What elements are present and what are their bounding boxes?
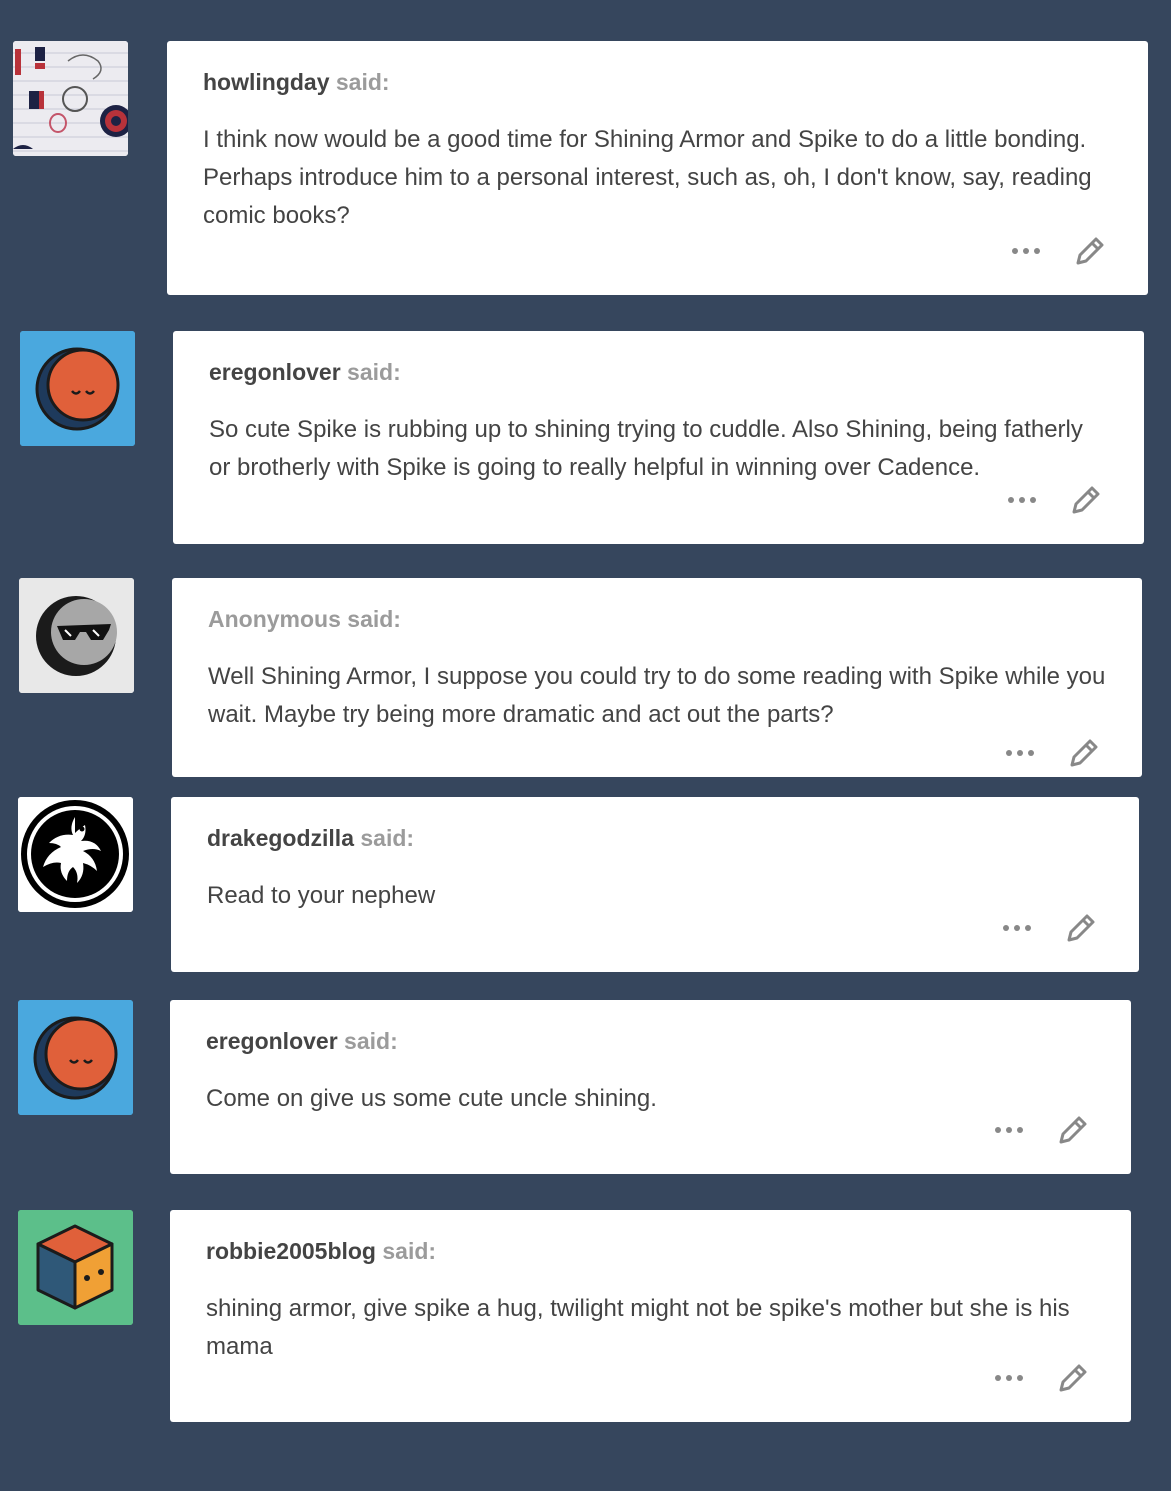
said-label: said: — [347, 606, 401, 632]
more-dots-icon[interactable] — [989, 1112, 1029, 1148]
post-header: eregonlover said: — [209, 357, 1108, 387]
post-header: eregonlover said: — [206, 1026, 1095, 1056]
post-card: eregonlover said: Come on give us some c… — [170, 1000, 1131, 1174]
post-header: robbie2005blog said: — [206, 1236, 1095, 1266]
post-card: drakegodzilla said: Read to your nephew — [171, 797, 1139, 972]
post-card: robbie2005blog said: shining armor, give… — [170, 1210, 1131, 1422]
post-text: shining armor, give spike a hug, twiligh… — [206, 1295, 1070, 1360]
said-label: said: — [347, 359, 401, 385]
username-link[interactable]: robbie2005blog — [206, 1238, 376, 1264]
said-label: said: — [360, 825, 415, 851]
post-controls — [1006, 233, 1108, 269]
username-link[interactable]: eregonlover — [209, 359, 341, 385]
pencil-icon[interactable] — [1068, 482, 1104, 518]
pencil-icon[interactable] — [1055, 1112, 1091, 1148]
post-header: Anonymous said: — [208, 604, 1106, 634]
post-controls — [989, 1360, 1091, 1396]
post-card: Anonymous said: Well Shining Armor, I su… — [172, 578, 1142, 777]
dragon-logo-icon — [18, 797, 133, 912]
post-header: howlingday said: — [203, 67, 1112, 97]
avatar[interactable] — [13, 41, 128, 156]
avatar[interactable] — [20, 331, 135, 446]
post-header: drakegodzilla said: — [207, 823, 1103, 853]
avatar[interactable] — [19, 578, 134, 693]
post-controls — [989, 1112, 1091, 1148]
post-card: howlingday said: I think now would be a … — [167, 41, 1148, 295]
more-dots-icon[interactable] — [997, 910, 1037, 946]
username-link[interactable]: eregonlover — [206, 1028, 338, 1054]
said-label: said: — [382, 1238, 437, 1264]
pencil-icon[interactable] — [1063, 910, 1099, 946]
post-card: eregonlover said: So cute Spike is rubbi… — [173, 331, 1144, 544]
post-text: Come on give us some cute uncle shining. — [206, 1085, 657, 1112]
more-dots-icon[interactable] — [1002, 482, 1042, 518]
username-label: Anonymous — [208, 606, 341, 632]
said-label: said: — [335, 69, 390, 95]
username-link[interactable]: howlingday — [203, 69, 330, 95]
sleepy-moon-icon — [18, 1000, 133, 1115]
said-label: said: — [344, 1028, 398, 1054]
sleepy-moon-icon — [20, 331, 135, 446]
post-controls — [1002, 482, 1104, 518]
cube-icon — [18, 1210, 133, 1325]
sketch-avatar-icon — [13, 41, 128, 156]
more-dots-icon[interactable] — [1006, 233, 1046, 269]
more-dots-icon[interactable] — [989, 1360, 1029, 1396]
post-text: I think now would be a good time for Shi… — [203, 126, 1092, 229]
post-controls — [1000, 735, 1102, 771]
pencil-icon[interactable] — [1072, 233, 1108, 269]
more-dots-icon[interactable] — [1000, 735, 1040, 771]
avatar[interactable] — [18, 1000, 133, 1115]
post-text: So cute Spike is rubbing up to shining t… — [209, 416, 1083, 481]
post-controls — [997, 910, 1099, 946]
avatar[interactable] — [18, 797, 133, 912]
pencil-icon[interactable] — [1066, 735, 1102, 771]
post-text: Read to your nephew — [207, 882, 436, 909]
avatar[interactable] — [18, 1210, 133, 1325]
username-link[interactable]: drakegodzilla — [207, 825, 354, 851]
sunglasses-moon-icon — [19, 578, 134, 693]
pencil-icon[interactable] — [1055, 1360, 1091, 1396]
post-text: Well Shining Armor, I suppose you could … — [208, 663, 1106, 728]
